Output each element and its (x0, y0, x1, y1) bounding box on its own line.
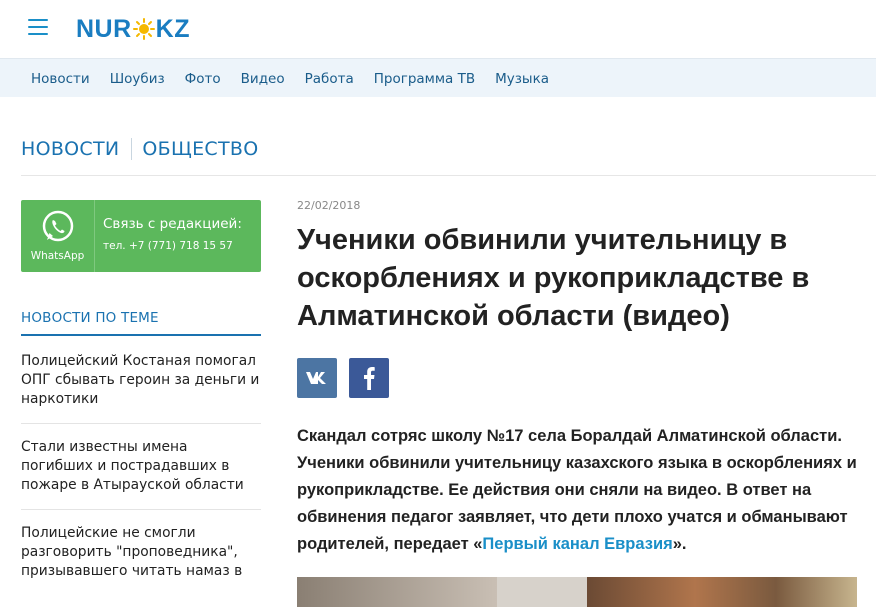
related-news-heading: НОВОСТИ ПО ТЕМЕ (21, 310, 261, 336)
share-facebook-button[interactable] (349, 358, 389, 398)
whatsapp-info: Связь с редакцией: тел. +7 (771) 718 15 … (95, 200, 242, 272)
vk-icon (306, 372, 326, 384)
article-lead-end: ». (672, 535, 687, 553)
share-vk-button[interactable] (297, 358, 337, 398)
nav-item-news[interactable]: Новости (31, 71, 90, 87)
section-divider (21, 175, 876, 176)
site-logo[interactable]: NUR KZ (76, 14, 190, 44)
nav-item-music[interactable]: Музыка (495, 71, 549, 87)
nav-item-jobs[interactable]: Работа (305, 71, 354, 87)
article-lead: Скандал сотряс школу №17 села Боралдай А… (297, 423, 862, 558)
facebook-icon (364, 367, 375, 390)
share-buttons (297, 358, 401, 398)
whatsapp-title: Связь с редакцией: (103, 216, 242, 232)
breadcrumb-news[interactable]: НОВОСТИ (21, 138, 119, 160)
top-header: NUR KZ (0, 0, 876, 58)
whatsapp-icon (42, 210, 73, 242)
related-news-item[interactable]: Полицейский Костаная помогал ОПГ сбывать… (21, 352, 261, 424)
related-news-item[interactable]: Полицейские не смогли разговорить "пропо… (21, 524, 261, 595)
nav-item-tv-program[interactable]: Программа ТВ (374, 71, 475, 87)
whatsapp-contact-banner[interactable]: WhatsApp Связь с редакцией: тел. +7 (771… (21, 200, 261, 272)
related-news-list: Полицейский Костаная помогал ОПГ сбывать… (21, 352, 261, 607)
menu-icon[interactable] (28, 19, 48, 35)
related-news-item[interactable]: Стали известны имена погибших и пострада… (21, 438, 261, 510)
source-link[interactable]: Первый канал Евразия (482, 535, 672, 553)
article-date: 22/02/2018 (297, 199, 361, 212)
article-image (297, 577, 857, 607)
article-headline: Ученики обвинили учительницу в оскорблен… (297, 224, 810, 332)
whatsapp-block: WhatsApp (21, 200, 95, 272)
sun-icon (132, 18, 155, 40)
nav-item-video[interactable]: Видео (241, 71, 285, 87)
whatsapp-phone: тел. +7 (771) 718 15 57 (103, 240, 233, 252)
nav-item-showbiz[interactable]: Шоубиз (110, 71, 165, 87)
breadcrumb: НОВОСТИ ОБЩЕСТВО (21, 136, 258, 162)
logo-text-left: NUR (76, 14, 132, 43)
breadcrumb-society[interactable]: ОБЩЕСТВО (142, 138, 258, 160)
main-nav: Новости Шоубиз Фото Видео Работа Програм… (0, 58, 876, 97)
breadcrumb-divider (131, 138, 133, 160)
logo-text-right: KZ (155, 14, 190, 43)
whatsapp-label: WhatsApp (30, 250, 85, 262)
nav-item-photo[interactable]: Фото (185, 71, 221, 87)
